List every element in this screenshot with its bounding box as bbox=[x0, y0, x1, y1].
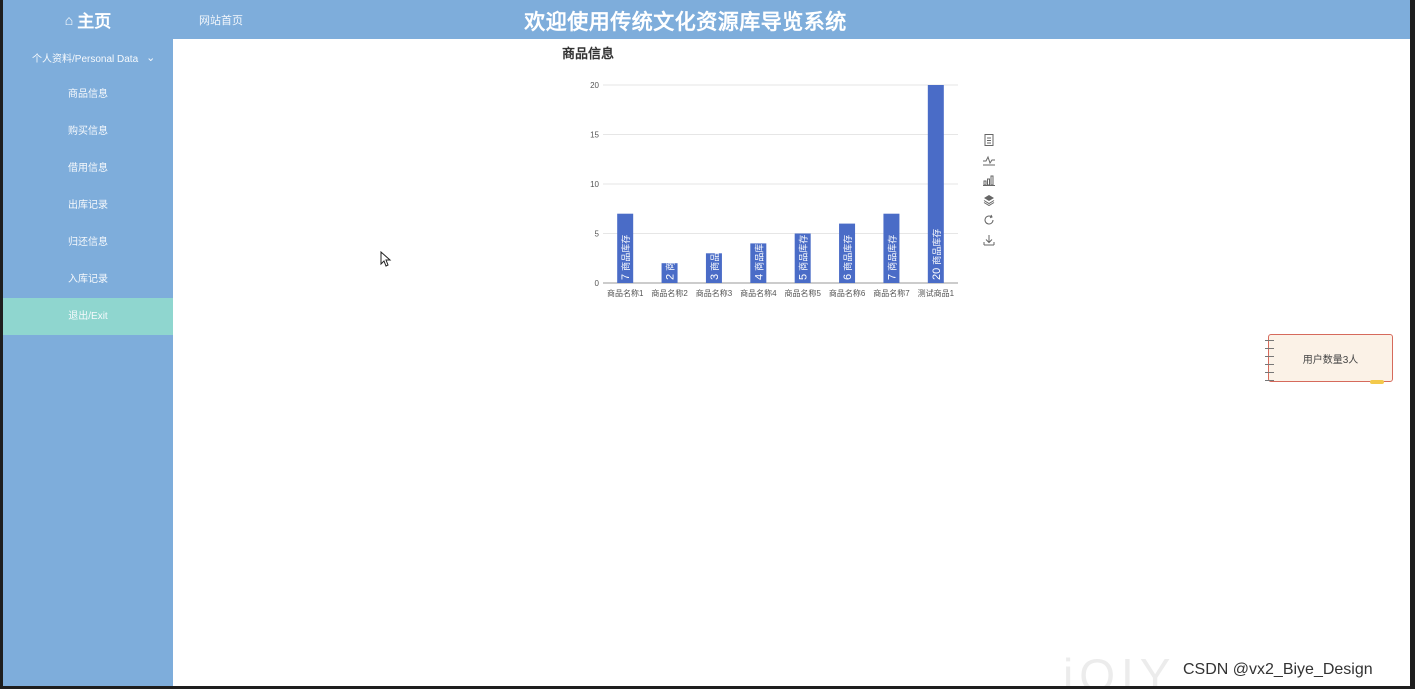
csdn-watermark: CSDN @vx2_Biye_Design bbox=[1183, 661, 1373, 678]
cursor-icon bbox=[380, 251, 392, 267]
bar-label: 6 商品库存 bbox=[842, 235, 854, 280]
bar-value-label: 20 商品库存 bbox=[931, 229, 943, 280]
bar-label: 5 商品库存 bbox=[798, 235, 810, 280]
bar-value-label: 6 商品库存 bbox=[842, 235, 854, 280]
sidebar-group-personal-data[interactable]: 个人资料/Personal Data ⌄ bbox=[3, 39, 173, 76]
app-window: ⌂ 主页 网站首页 欢迎使用传统文化资源库导览系统 个人资料/Personal … bbox=[3, 0, 1410, 686]
sidebar-item-purchase-info[interactable]: 购买信息 bbox=[3, 113, 173, 150]
bar-label: 7 商品库存 bbox=[620, 235, 632, 280]
bar-value-label: 7 商品库存 bbox=[620, 235, 632, 280]
sidebar-item-product-info[interactable]: 商品信息 bbox=[3, 76, 173, 113]
bar-label: 7 商品库存 bbox=[886, 235, 898, 280]
site-title: 欢迎使用传统文化资源库导览系统 bbox=[524, 11, 847, 34]
sidebar-group-label: 个人资料/Personal Data bbox=[32, 54, 139, 65]
line-chart-icon[interactable] bbox=[982, 150, 996, 170]
home-label: 主页 bbox=[77, 12, 112, 31]
x-tick-label: 商品名称6 bbox=[829, 288, 866, 298]
bar-value-label: 2 商品库存 bbox=[665, 235, 677, 280]
sidebar-item-exit[interactable]: 退出/Exit bbox=[3, 298, 173, 335]
y-tick-label: 10 bbox=[590, 180, 599, 189]
x-tick-label: 商品名称3 bbox=[696, 288, 733, 298]
bar-value-label: 3 商品库存 bbox=[709, 235, 721, 280]
restore-icon[interactable] bbox=[982, 210, 996, 230]
chart-toolbox bbox=[982, 130, 996, 250]
y-tick-label: 5 bbox=[595, 230, 600, 239]
x-tick-label: 商品名称5 bbox=[784, 288, 821, 298]
x-tick-label: 测试商品1 bbox=[918, 288, 955, 298]
x-tick-label: 商品名称1 bbox=[607, 288, 644, 298]
bar-value-label: 5 商品库存 bbox=[798, 235, 810, 280]
user-count-card: 用户数量3人 bbox=[1265, 334, 1393, 384]
home-icon: ⌂ bbox=[64, 11, 74, 28]
bar-label: 2 商品库存 bbox=[665, 235, 677, 280]
x-tick-label: 商品名称2 bbox=[651, 288, 688, 298]
bar-chart: 0 5 10 15 20 7 商品库存商品名称1 2 商品库存商品名称2 3 商品库存商品名称… bbox=[590, 81, 958, 298]
chart-title: 商品信息 bbox=[562, 46, 615, 61]
bar-label: 3 商品库存 bbox=[709, 235, 721, 280]
chevron-down-icon: ⌄ bbox=[146, 52, 156, 64]
bar-chart-icon[interactable] bbox=[982, 170, 996, 190]
notebook-rings bbox=[1265, 340, 1274, 388]
sidebar-item-return-info[interactable]: 归还信息 bbox=[3, 224, 173, 261]
x-tick-label: 商品名称4 bbox=[740, 288, 777, 298]
download-icon[interactable] bbox=[982, 230, 996, 250]
stack-icon[interactable] bbox=[982, 190, 996, 210]
home-button[interactable]: ⌂ 主页 bbox=[3, 0, 173, 39]
bar-label: 4 商品库存 bbox=[753, 235, 765, 280]
bar-value-label: 7 商品库存 bbox=[886, 235, 898, 280]
bar-value-label: 4 商品库存 bbox=[753, 235, 765, 280]
y-tick-label: 0 bbox=[595, 279, 600, 288]
top-bar: ⌂ 主页 网站首页 欢迎使用传统文化资源库导览系统 bbox=[3, 0, 1410, 39]
site-home-link[interactable]: 网站首页 bbox=[199, 12, 243, 28]
sidebar-item-inbound-records[interactable]: 入库记录 bbox=[3, 261, 173, 298]
data-view-icon[interactable] bbox=[982, 130, 996, 150]
y-tick-label: 15 bbox=[590, 131, 599, 140]
user-count-text: 用户数量3人 bbox=[1302, 354, 1359, 366]
sidebar: 个人资料/Personal Data ⌄ 商品信息 购买信息 借用信息 出库记录… bbox=[3, 39, 173, 686]
card-accent bbox=[1370, 380, 1384, 384]
y-tick-label: 20 bbox=[590, 81, 599, 90]
x-tick-label: 商品名称7 bbox=[873, 288, 910, 298]
sidebar-item-borrow-info[interactable]: 借用信息 bbox=[3, 150, 173, 187]
sidebar-item-outbound-records[interactable]: 出库记录 bbox=[3, 187, 173, 224]
video-watermark-logo: iQIY bbox=[1063, 649, 1177, 686]
bar-label: 20 商品库存 bbox=[931, 229, 943, 280]
